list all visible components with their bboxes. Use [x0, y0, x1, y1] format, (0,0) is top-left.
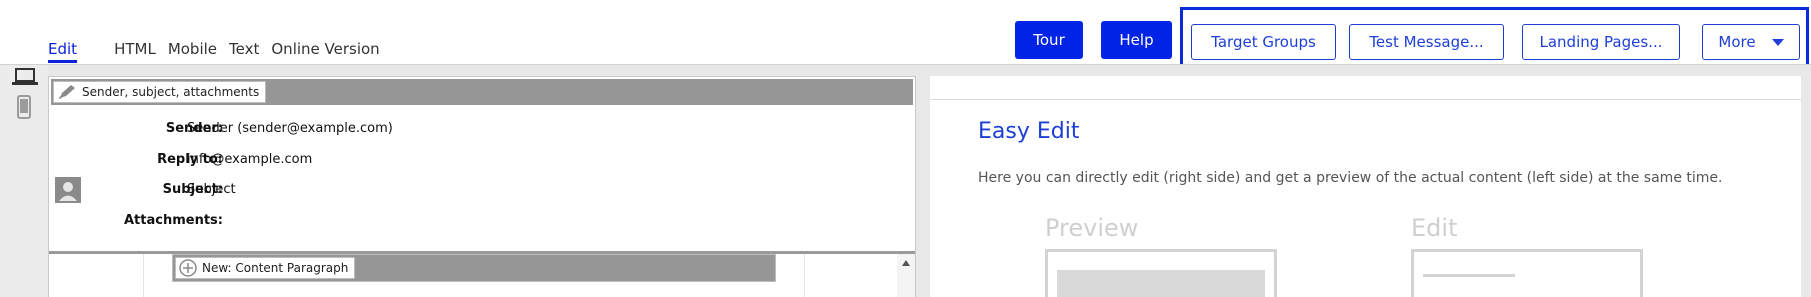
landing-pages-label: Landing Pages...	[1539, 33, 1663, 51]
scroll-up-arrow-icon[interactable]	[902, 260, 910, 266]
tab-mobile[interactable]: Mobile	[168, 40, 217, 58]
subject-row[interactable]: Subject: Subject	[49, 182, 915, 202]
tab-text[interactable]: Text	[229, 40, 259, 58]
workspace: Sender, subject, attachments Sender: Sen…	[0, 64, 1811, 297]
sender-value[interactable]: Sender (sender@example.com)	[187, 121, 393, 136]
device-bar	[0, 65, 48, 297]
preview-pane: Easy Edit Here you can directly edit (ri…	[930, 76, 1801, 297]
pencil-icon	[58, 84, 76, 100]
new-content-paragraph-label: New: Content Paragraph	[202, 261, 349, 275]
section-bar: Sender, subject, attachments	[51, 79, 913, 105]
edit-label: Edit	[1411, 214, 1458, 242]
section-label: Sender, subject, attachments	[82, 85, 260, 99]
help-button[interactable]: Help	[1101, 21, 1172, 59]
editor-pane: Sender, subject, attachments Sender: Sen…	[48, 76, 916, 297]
tab-html[interactable]: HTML	[114, 40, 156, 58]
tab-edit[interactable]: Edit	[48, 40, 78, 63]
scrollbar[interactable]	[897, 254, 915, 297]
sender-row[interactable]: Sender: Sender (sender@example.com)	[49, 121, 915, 141]
target-groups-button[interactable]: Target Groups	[1191, 24, 1336, 60]
target-groups-label: Target Groups	[1211, 33, 1316, 51]
test-message-label: Test Message...	[1369, 33, 1484, 51]
plus-circle-icon	[179, 259, 197, 277]
attachments-row[interactable]: Attachments:	[49, 213, 915, 233]
content-body-area: New: Content Paragraph	[49, 254, 915, 297]
tab-online-version[interactable]: Online Version	[271, 40, 379, 58]
view-tabs: Edit HTML Mobile Text Online Version	[48, 40, 380, 64]
preview-description: Here you can directly edit (right side) …	[978, 170, 1723, 186]
mobile-icon[interactable]	[17, 95, 31, 123]
new-content-paragraph-button[interactable]: New: Content Paragraph	[175, 257, 356, 279]
content-guide-right	[804, 254, 805, 297]
preview-label: Preview	[1045, 214, 1139, 242]
action-button-group: Target Groups Test Message... Landing Pa…	[1180, 7, 1809, 71]
content-guide-left	[143, 254, 144, 297]
reply-to-value[interactable]: info@example.com	[187, 152, 312, 167]
header-fields: Sender: Sender (sender@example.com) Repl…	[49, 107, 915, 247]
more-button[interactable]: More	[1702, 24, 1800, 60]
top-bar: Edit HTML Mobile Text Online Version Tou…	[0, 0, 1811, 71]
subject-value[interactable]: Subject	[187, 182, 236, 197]
content-paragraph-bar: New: Content Paragraph	[172, 254, 776, 282]
preview-illustration	[1045, 249, 1277, 297]
preview-title: Easy Edit	[978, 119, 1080, 144]
preview-illustration-block	[1057, 270, 1265, 297]
test-message-button[interactable]: Test Message...	[1349, 24, 1504, 60]
laptop-icon[interactable]	[12, 68, 38, 90]
more-label: More	[1718, 33, 1756, 51]
avatar-icon[interactable]	[55, 177, 81, 203]
attachments-label: Attachments:	[124, 213, 223, 228]
reply-to-row[interactable]: Reply to: info@example.com	[49, 152, 915, 172]
edit-illustration	[1411, 249, 1643, 297]
chevron-down-icon	[1771, 38, 1784, 46]
tour-button[interactable]: Tour	[1015, 21, 1083, 59]
edit-illustration-line	[1423, 274, 1515, 277]
preview-divider	[930, 99, 1801, 100]
landing-pages-button[interactable]: Landing Pages...	[1522, 24, 1680, 60]
section-chip-header[interactable]: Sender, subject, attachments	[53, 81, 267, 103]
